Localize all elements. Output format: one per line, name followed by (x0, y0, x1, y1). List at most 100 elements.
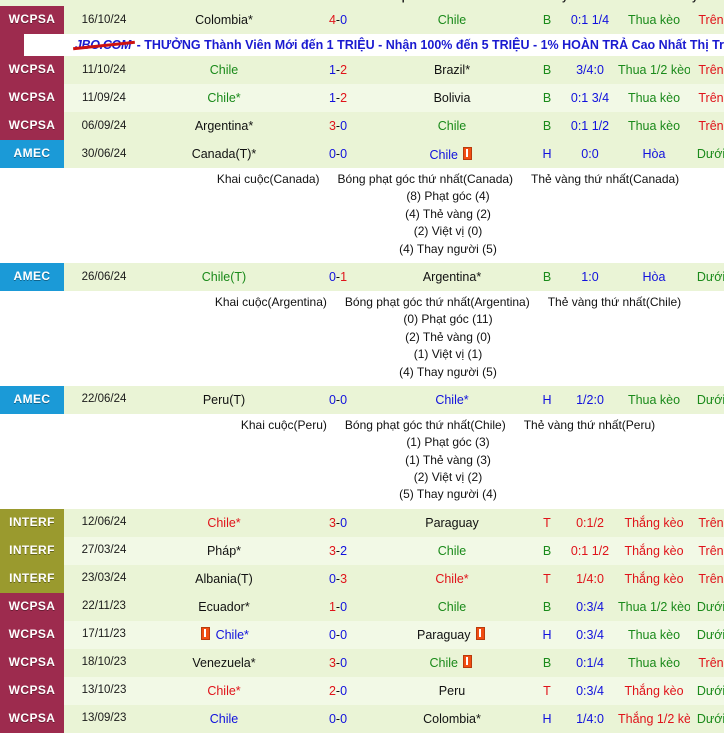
detail-head-item: Thẻ vàng thứ nhất(Peru) (524, 418, 655, 432)
header-half-ou: Bàn/y (668, 0, 698, 3)
home-team-name[interactable]: Chile (210, 712, 239, 726)
home-team-name[interactable]: Argentina* (195, 119, 253, 133)
detail-head-item: Bóng phạt góc thứ nhất(Chile) (345, 418, 506, 432)
promo-left-accent (0, 34, 24, 56)
home-team-name[interactable]: Venezuela* (192, 656, 255, 670)
league-badge[interactable]: INTERF (0, 509, 64, 537)
promo-message: - THƯỞNG Thành Viên Mới đến 1 TRIỆU - Nh… (133, 38, 724, 52)
away-team-name[interactable]: Argentina* (423, 270, 481, 284)
home-team-name[interactable]: Colombia* (195, 13, 253, 27)
score-home: 1 (329, 600, 336, 614)
over-under-result: Trên (690, 537, 724, 565)
handicap-line: 3/4:0 (562, 56, 618, 84)
away-team-name[interactable]: Paraguay (417, 628, 471, 642)
over-under-result: Trên (690, 6, 724, 34)
home-team-name[interactable]: Chile(T) (202, 270, 246, 284)
table-row[interactable]: WCPSA11/09/24Chile*1-2BoliviaB0:1 3/4Thu… (0, 84, 724, 112)
final-score: 0-0 (304, 140, 372, 168)
home-team-name[interactable]: Albania(T) (195, 572, 253, 586)
away-team-name[interactable]: Peru (439, 684, 465, 698)
home-team-name[interactable]: Pháp* (207, 544, 241, 558)
table-row[interactable]: AMEC22/06/24Peru(T)0-0Chile*H1/2:0Thua k… (0, 386, 724, 414)
away-team-name[interactable]: Bolivia (434, 91, 471, 105)
score-home: 0 (329, 628, 336, 642)
league-badge[interactable]: INTERF (0, 565, 64, 593)
header-handicap: quả (398, 0, 418, 3)
table-row[interactable]: AMEC26/06/24Chile(T)0-1Argentina*B1:0Hòa… (0, 263, 724, 291)
away-team-name[interactable]: Paraguay (425, 516, 479, 530)
table-row[interactable]: WCPSA16/10/24Colombia*4-0ChileB0:1 1/4Th… (0, 6, 724, 34)
table-row[interactable]: WCPSA13/09/23Chile0-0Colombia*H1/4:0Thắn… (0, 705, 724, 733)
away-team-name[interactable]: Chile (438, 600, 467, 614)
handicap-result: Thắng 1/2 kèo (618, 705, 690, 733)
handicap-result: Hòa (618, 263, 690, 291)
league-badge[interactable]: WCPSA (0, 112, 64, 140)
away-team-name[interactable]: Chile (438, 544, 467, 558)
over-under-result: Trên (690, 112, 724, 140)
league-badge[interactable]: WCPSA (0, 677, 64, 705)
table-row[interactable]: AMEC30/06/24Canada(T)*0-0Chile H0:0HòaDư… (0, 140, 724, 168)
league-badge[interactable]: WCPSA (0, 6, 64, 34)
table-row[interactable]: WCPSA22/11/23Ecuador*1-0ChileB0:3/4Thua … (0, 593, 724, 621)
home-team-name[interactable]: Ecuador* (198, 600, 249, 614)
home-team-cell: Chile* (144, 84, 304, 112)
home-team-name[interactable]: Peru(T) (203, 393, 245, 407)
home-team-cell: Venezuela* (144, 649, 304, 677)
detail-head: Khai cuộc(Argentina)Bóng phạt góc thứ nh… (64, 294, 724, 311)
table-row[interactable]: WCPSA17/11/23 Chile*0-0Paraguay H0:3/4Th… (0, 621, 724, 649)
league-badge[interactable]: WCPSA (0, 705, 64, 733)
handicap-result: Thua kèo (618, 6, 690, 34)
table-row[interactable]: INTERF27/03/24Pháp*3-2ChileB0:1 1/2Thắng… (0, 537, 724, 565)
home-team-name[interactable]: Chile* (207, 684, 240, 698)
home-team-cell: Canada(T)* (144, 140, 304, 168)
league-badge[interactable]: WCPSA (0, 649, 64, 677)
final-score: 1-0 (304, 593, 372, 621)
over-under-result: Dưới (690, 621, 724, 649)
league-badge[interactable]: INTERF (0, 537, 64, 565)
over-under-result: Dưới (690, 705, 724, 733)
home-team-cell: Chile* (144, 621, 304, 649)
away-team-name[interactable]: Chile (430, 656, 459, 670)
table-row[interactable]: WCPSA11/10/24Chile1-2Brazil*B3/4:0Thua 1… (0, 56, 724, 84)
league-badge[interactable]: WCPSA (0, 84, 64, 112)
score-away: 0 (340, 628, 347, 642)
table-row[interactable]: INTERF12/06/24Chile*3-0ParaguayT0:1/2Thắ… (0, 509, 724, 537)
table-row[interactable]: WCPSA13/10/23Chile*2-0PeruT0:3/4Thắng kè… (0, 677, 724, 705)
league-badge[interactable]: WCPSA (0, 56, 64, 84)
league-badge[interactable]: WCPSA (0, 593, 64, 621)
away-team-name[interactable]: Chile (438, 13, 467, 27)
league-badge[interactable]: AMEC (0, 140, 64, 168)
ht-indicator: B (532, 84, 562, 112)
table-row[interactable]: INTERF23/03/24Albania(T)0-3Chile*T1/4:0T… (0, 565, 724, 593)
league-badge[interactable]: AMEC (0, 386, 64, 414)
league-badge[interactable]: AMEC (0, 263, 64, 291)
match-date: 11/10/24 (64, 56, 144, 84)
away-team-name[interactable]: Colombia* (423, 712, 481, 726)
league-badge[interactable]: WCPSA (0, 621, 64, 649)
detail-head: Khai cuộc(Canada)Bóng phạt góc thứ nhất(… (64, 171, 724, 188)
detail-stat-line: (4) Thẻ vàng (2) (64, 206, 724, 223)
match-results-body: WCPSA16/10/24Colombia*4-0ChileB0:1 1/4Th… (0, 6, 724, 733)
away-team-name[interactable]: Brazil* (434, 63, 470, 77)
promo-brand[interactable]: JBO.COM (75, 38, 131, 52)
home-team-name[interactable]: Chile* (207, 91, 240, 105)
home-team-name[interactable]: Canada(T)* (192, 147, 257, 161)
final-score: 3-0 (304, 509, 372, 537)
home-team-name[interactable]: Chile* (207, 516, 240, 530)
away-team-name[interactable]: Chile* (435, 572, 468, 586)
home-team-cell: Chile* (144, 677, 304, 705)
away-team-cell: Chile (372, 112, 532, 140)
handicap-result: Thua kèo (618, 84, 690, 112)
away-team-name[interactable]: Chile* (435, 393, 468, 407)
table-row[interactable]: WCPSA06/09/24Argentina*3-0ChileB0:1 1/2T… (0, 112, 724, 140)
score-home: 0 (329, 572, 336, 586)
promo-banner[interactable]: JBO.COM - THƯỞNG Thành Viên Mới đến 1 TR… (0, 34, 724, 56)
final-score: 0-0 (304, 621, 372, 649)
table-row[interactable]: WCPSA18/10/23Venezuela*3-0Chile B0:1/4Th… (0, 649, 724, 677)
home-team-name[interactable]: Chile* (216, 628, 249, 642)
handicap-result: Thua 1/2 kèo (618, 56, 690, 84)
away-team-name[interactable]: Chile (430, 148, 459, 162)
away-team-name[interactable]: Chile (438, 119, 467, 133)
home-team-name[interactable]: Chile (210, 63, 239, 77)
header-half: Nửa (600, 0, 622, 3)
